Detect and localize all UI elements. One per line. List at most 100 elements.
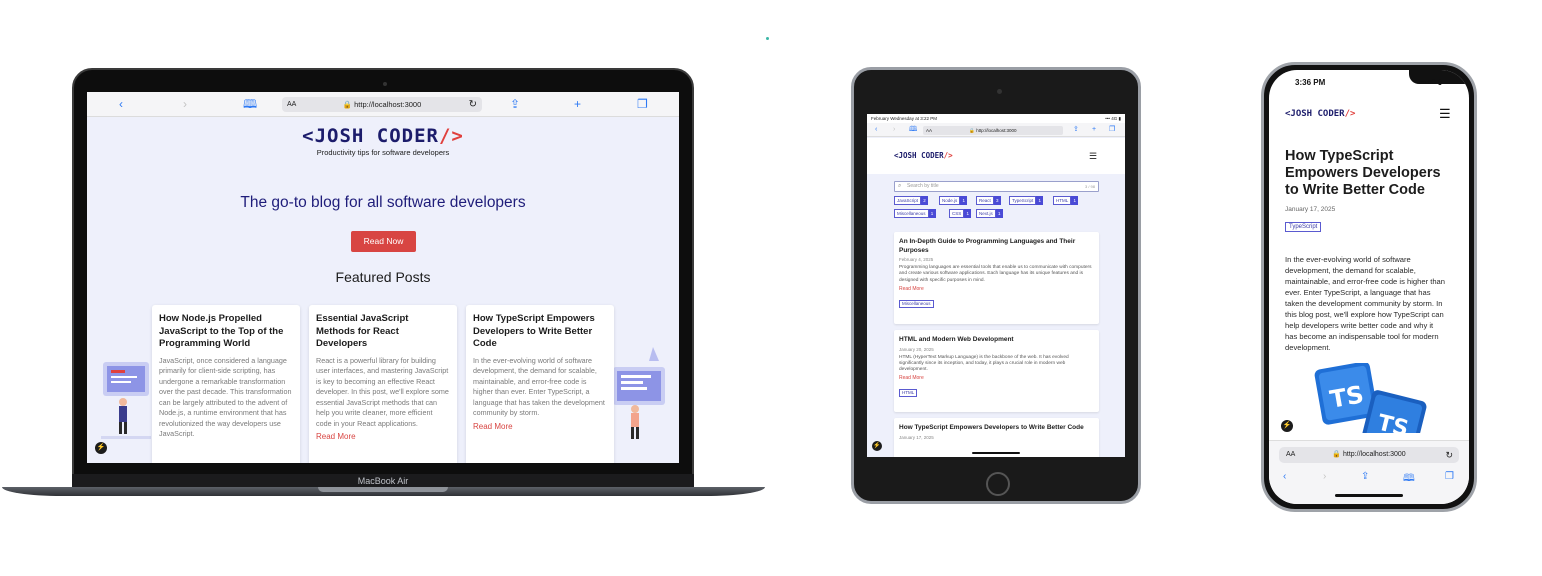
post-card-excerpt: HTML (HyperText Markup Language) is the … <box>899 354 1069 373</box>
phone-address-bar[interactable]: AA 🔒 http://localhost:3000 ↻ <box>1279 447 1459 463</box>
post-card-excerpt: In the ever-evolving world of software d… <box>473 355 605 418</box>
tag-filter-css[interactable]: CSS 1 <box>949 209 972 218</box>
search-placeholder: Search by title <box>907 183 939 189</box>
laptop-browser-toolbar: ‹ › 🕮 AA 🔒 http://localhost:3000 ↻ ⇪ + ❐ <box>87 92 679 117</box>
share-icon[interactable]: ⇪ <box>1073 125 1079 134</box>
post-card-title[interactable]: Essential JavaScript Methods for React D… <box>316 313 450 351</box>
post-title: How TypeScript Empowers Developers to Wr… <box>1285 148 1441 198</box>
post-card[interactable]: HTML and Modern Web Development January … <box>894 330 1099 412</box>
back-icon[interactable]: ‹ <box>1283 471 1286 482</box>
lightning-icon[interactable]: ⚡ <box>1281 420 1293 432</box>
url-text: 🔒 http://localhost:3000 <box>342 100 422 109</box>
url-text: 🔒 http://localhost:3000 <box>1332 451 1406 458</box>
typescript-logo-image: TS TS <box>1314 363 1427 433</box>
phone-status-icons: ••• 5G ▮ <box>1419 79 1442 86</box>
tablet-home-indicator <box>972 452 1020 454</box>
new-tab-icon[interactable]: + <box>1092 125 1096 134</box>
site-logo[interactable]: <JOSH CODER/> <box>87 125 679 147</box>
read-more-link[interactable]: Read More <box>316 432 450 441</box>
bookmarks-icon[interactable]: 🕮 <box>1403 471 1415 488</box>
post-card-title[interactable]: How TypeScript Empowers Developers to Wr… <box>473 313 607 351</box>
hero-heading: The go-to blog for all software develope… <box>240 194 526 211</box>
developer-illustration-left <box>101 362 151 439</box>
post-tag[interactable]: HTML <box>899 389 918 398</box>
tablet-home-button[interactable] <box>986 472 1010 496</box>
phone-screen: 3:36 PM ••• 5G ▮ <JOSH CODER/> ☰ How Typ… <box>1269 70 1469 504</box>
post-tag[interactable]: TypeScript <box>1285 222 1322 232</box>
laptop-camera <box>383 82 387 86</box>
hamburger-menu-icon[interactable]: ☰ <box>1439 106 1451 122</box>
tablet-status-bar: February Wednesday at 3:22 PM ••• 4G ▮ <box>867 114 1125 123</box>
share-icon[interactable]: ⇪ <box>1361 471 1369 482</box>
tabs-icon[interactable]: ❐ <box>1445 471 1454 482</box>
post-card[interactable]: An In-Depth Guide to Programming Languag… <box>894 232 1099 324</box>
site-tagline: Productivity tips for software developer… <box>316 148 450 157</box>
tag-filter-html[interactable]: HTML 1 <box>1053 196 1079 205</box>
lightning-icon[interactable]: ⚡ <box>95 442 107 454</box>
post-card-date: January 20, 2025 <box>899 346 934 352</box>
site-logo[interactable]: <JOSH CODER/> <box>1285 109 1355 119</box>
read-now-button[interactable]: Read Now <box>351 231 416 252</box>
search-count: 3 / 98 <box>1084 184 1095 189</box>
post-card-excerpt: React is a powerful library for building… <box>316 355 449 428</box>
bookmarks-icon[interactable]: 🕮 <box>909 125 917 134</box>
tag-filter-miscellaneous[interactable]: Miscellaneous 1 <box>894 209 936 218</box>
read-more-link[interactable]: Read More <box>473 422 607 431</box>
tag-filter-react[interactable]: React 3 <box>976 196 1001 205</box>
post-tag[interactable]: Miscellaneous <box>899 299 934 308</box>
tablet-camera <box>997 89 1002 94</box>
tablet-browser-toolbar: ‹ › 🕮 AA 🔒 http://localhost:3000 ⇪ + ❐ <box>867 123 1125 137</box>
post-card-title[interactable]: HTML and Modern Web Development <box>899 336 1094 345</box>
post-card-excerpt: JavaScript, once considered a language p… <box>159 355 292 439</box>
decorative-dot <box>766 37 769 40</box>
laptop-trackpad-notch <box>318 487 448 492</box>
bookmarks-icon[interactable]: 🕮 <box>243 97 257 111</box>
back-icon[interactable]: ‹ <box>119 97 123 111</box>
forward-icon[interactable]: › <box>183 97 187 111</box>
share-icon[interactable]: ⇪ <box>510 97 520 111</box>
tag-filter-javascript[interactable]: JavaScript 2 <box>894 196 929 205</box>
reload-icon[interactable]: ↻ <box>469 97 477 112</box>
new-tab-icon[interactable]: + <box>574 97 581 111</box>
forward-icon[interactable]: › <box>1323 471 1326 482</box>
post-body: In the ever-evolving world of software d… <box>1285 255 1445 352</box>
lightning-icon[interactable]: ⚡ <box>872 441 882 451</box>
tablet-address-bar[interactable]: AA 🔒 http://localhost:3000 <box>923 126 1063 135</box>
hamburger-menu-icon[interactable]: ☰ <box>1089 151 1097 162</box>
tablet-status-icons: ••• 4G ▮ <box>1105 116 1121 121</box>
site-logo[interactable]: <JOSH CODER/> <box>894 151 953 160</box>
featured-posts-heading: Featured Posts <box>335 269 431 285</box>
phone-status-time: 3:36 PM <box>1295 78 1326 87</box>
read-more-link[interactable]: Read More <box>899 286 1094 292</box>
back-icon[interactable]: ‹ <box>875 125 877 134</box>
developer-illustration-right <box>613 347 665 439</box>
post-card[interactable]: How Node.js Propelled JavaScript to the … <box>152 305 300 463</box>
tag-filter-typescript[interactable]: TypeScript 1 <box>1009 196 1044 205</box>
forward-icon[interactable]: › <box>893 125 895 134</box>
post-card-title[interactable]: An In-Depth Guide to Programming Languag… <box>899 238 1094 255</box>
post-card-title[interactable]: How TypeScript Empowers Developers to Wr… <box>899 424 1094 433</box>
url-text: 🔒 http://localhost:3000 <box>969 128 1017 133</box>
post-card-excerpt: Programming languages are essential tool… <box>899 265 1092 283</box>
laptop-screen: ‹ › 🕮 AA 🔒 http://localhost:3000 ↻ ⇪ + ❐… <box>87 92 679 463</box>
search-icon: ⌕ <box>898 183 902 189</box>
read-more-link[interactable]: Read More <box>899 375 1094 381</box>
tabs-icon[interactable]: ❐ <box>1109 125 1115 134</box>
tabs-icon[interactable]: ❐ <box>637 97 648 111</box>
post-date: January 17, 2025 <box>1285 206 1336 213</box>
device-mockup-stage: MacBook Air ‹ › 🕮 AA 🔒 http://localhost:… <box>0 0 1542 576</box>
text-size-button[interactable]: AA <box>1286 447 1295 463</box>
ts-label: TS <box>1328 380 1366 413</box>
post-card-title[interactable]: How Node.js Propelled JavaScript to the … <box>159 313 293 351</box>
text-size-button[interactable]: AA <box>926 126 932 135</box>
laptop-address-bar[interactable]: AA 🔒 http://localhost:3000 ↻ <box>282 97 482 112</box>
tag-filter-nodejs[interactable]: Node.js 1 <box>939 196 968 205</box>
tag-filter-nextjs[interactable]: Next.js 1 <box>976 209 1003 218</box>
tablet-status-time: February Wednesday at 3:22 PM <box>871 116 937 121</box>
post-card[interactable]: Essential JavaScript Methods for React D… <box>309 305 457 463</box>
search-input[interactable]: ⌕ Search by title 3 / 98 <box>894 181 1099 192</box>
post-card[interactable]: How TypeScript Empowers Developers to Wr… <box>466 305 614 463</box>
phone-home-indicator <box>1335 494 1403 497</box>
laptop-model-label: MacBook Air <box>357 476 409 486</box>
reload-icon[interactable]: ↻ <box>1445 447 1453 463</box>
